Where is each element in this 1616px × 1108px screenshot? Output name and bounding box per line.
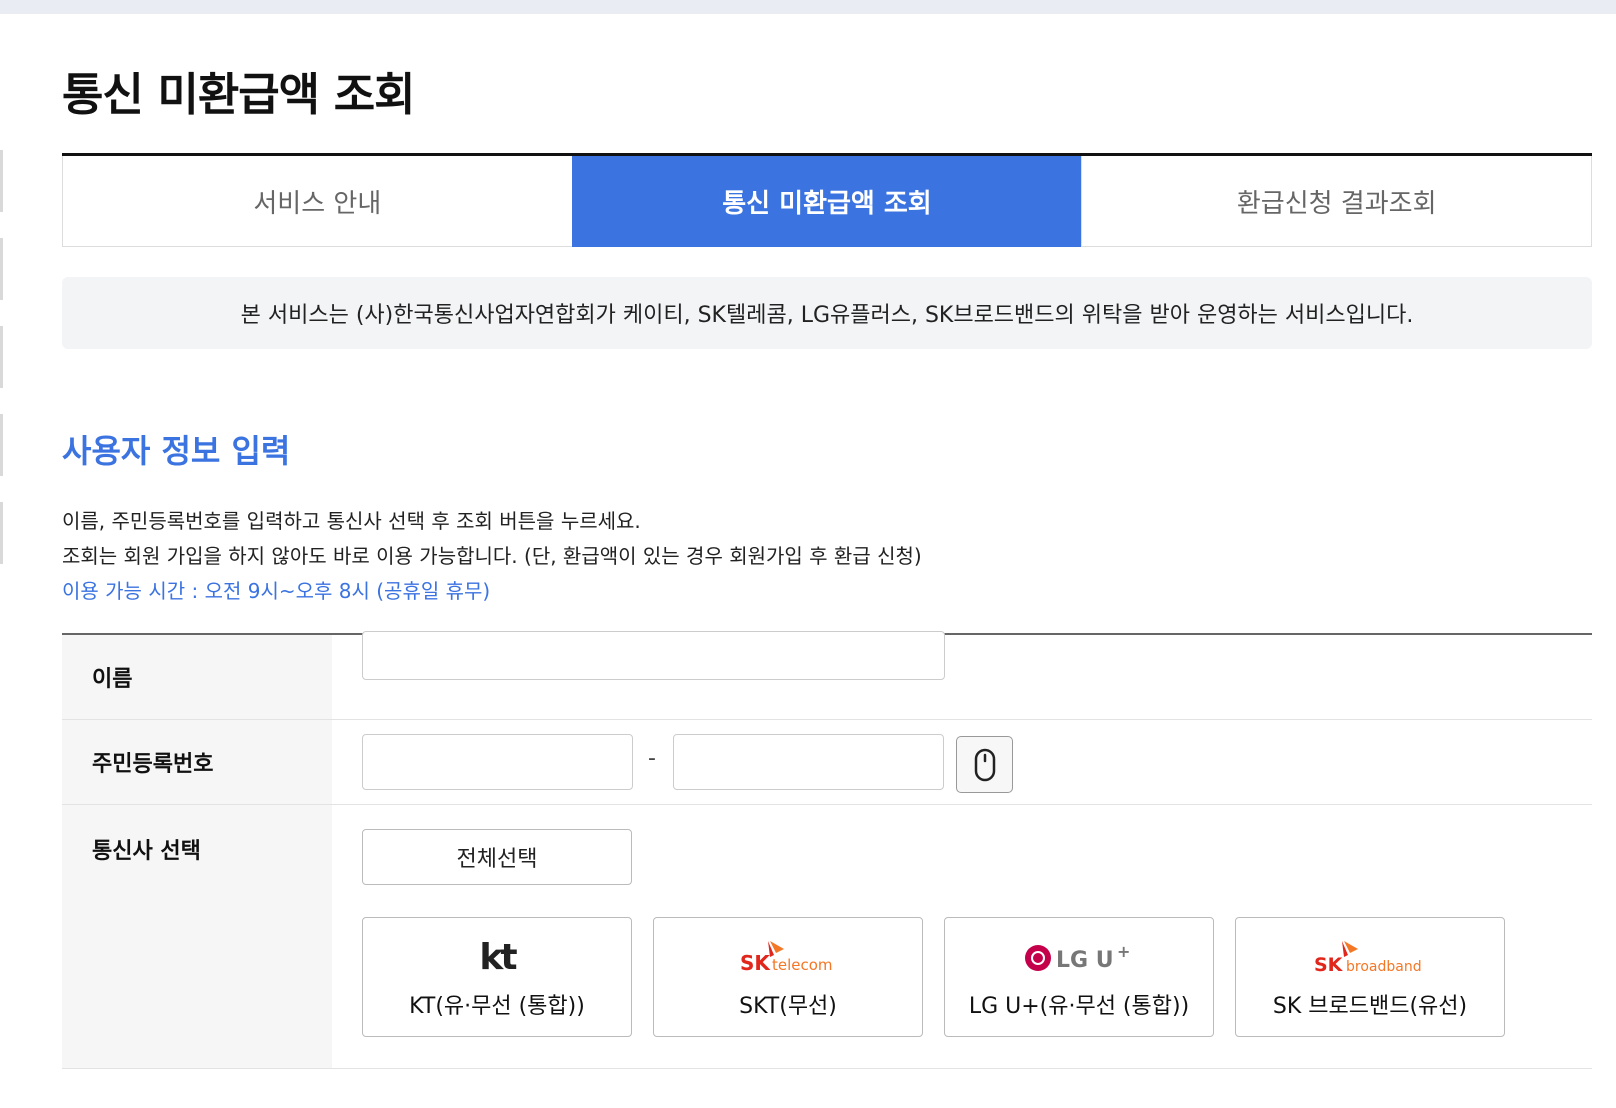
kt-logo-icon: kt	[363, 932, 631, 982]
carrier-skt[interactable]: SK telecom SKT(무선)	[653, 917, 923, 1037]
name-row: 이름	[62, 635, 1592, 720]
instruction-line-2: 조회는 회원 가입을 하지 않아도 바로 이용 가능합니다. (단, 환급액이 …	[62, 539, 922, 574]
sk-telecom-logo-icon: SK telecom	[654, 932, 922, 982]
section-title: 사용자 정보 입력	[62, 426, 290, 472]
carrier-lgu[interactable]: LG U + LG U+(유·무선 (통합))	[944, 917, 1214, 1037]
service-notice: 본 서비스는 (사)한국통신사업자연합회가 케이티, SK텔레콤, LG유플러스…	[62, 277, 1592, 349]
carrier-lgu-label: LG U+(유·무선 (통합))	[945, 988, 1213, 1020]
carrier-skb[interactable]: SK broadband SK 브로드밴드(유선)	[1235, 917, 1505, 1037]
sk-broadband-logo-icon: SK broadband	[1236, 932, 1504, 982]
page-title: 통신 미환급액 조회	[62, 58, 415, 123]
service-hours: 이용 가능 시간 : 오전 9시~오후 8시 (공휴일 휴무)	[62, 574, 922, 609]
rrn-field-cell: -	[332, 720, 1592, 804]
carrier-row: 통신사 선택 전체선택 kt KT(유·무선 (통합)) SK tele	[62, 805, 1592, 1069]
virtual-keypad-button[interactable]	[956, 736, 1013, 793]
left-edge-marks	[0, 150, 3, 590]
tab-bar: 서비스 안내 통신 미환급액 조회 환급신청 결과조회	[62, 153, 1592, 247]
select-all-button[interactable]: 전체선택	[362, 829, 632, 885]
name-input[interactable]	[362, 631, 945, 680]
tab-unrefunded-lookup[interactable]: 통신 미환급액 조회	[572, 156, 1082, 247]
mouse-icon	[974, 748, 996, 782]
svg-text:+: +	[1117, 942, 1130, 961]
tab-refund-result[interactable]: 환급신청 결과조회	[1081, 156, 1592, 247]
user-info-form: 이름 주민등록번호 - 통신사 선택 전체선택 kt	[62, 633, 1592, 1069]
carrier-skt-label: SKT(무선)	[654, 988, 922, 1020]
lg-uplus-logo-icon: LG U +	[945, 932, 1213, 982]
instruction-line-1: 이름, 주민등록번호를 입력하고 통신사 선택 후 조회 버튼을 누르세요.	[62, 504, 922, 539]
svg-text:SK: SK	[1314, 954, 1344, 976]
svg-text:LG U: LG U	[1056, 948, 1114, 973]
instructions: 이름, 주민등록번호를 입력하고 통신사 선택 후 조회 버튼을 누르세요. 조…	[62, 504, 922, 609]
rrn-front-input[interactable]	[362, 734, 633, 790]
name-field-cell	[332, 635, 1592, 719]
svg-text:telecom: telecom	[772, 956, 833, 974]
carrier-skb-label: SK 브로드밴드(유선)	[1236, 988, 1504, 1020]
svg-text:kt: kt	[479, 937, 517, 977]
rrn-label: 주민등록번호	[62, 720, 332, 804]
top-bar	[0, 0, 1616, 14]
carrier-field-cell: 전체선택 kt KT(유·무선 (통합)) SK telecom	[332, 805, 1592, 1068]
rrn-back-input[interactable]	[673, 734, 944, 790]
rrn-row: 주민등록번호 -	[62, 720, 1592, 805]
tab-service-info[interactable]: 서비스 안내	[62, 156, 572, 247]
svg-text:SK: SK	[740, 951, 771, 975]
carrier-label: 통신사 선택	[62, 805, 332, 1068]
carrier-kt[interactable]: kt KT(유·무선 (통합))	[362, 917, 632, 1037]
carrier-kt-label: KT(유·무선 (통합))	[363, 988, 631, 1020]
name-label: 이름	[62, 635, 332, 719]
svg-text:broadband: broadband	[1346, 959, 1422, 975]
rrn-separator: -	[648, 746, 656, 771]
